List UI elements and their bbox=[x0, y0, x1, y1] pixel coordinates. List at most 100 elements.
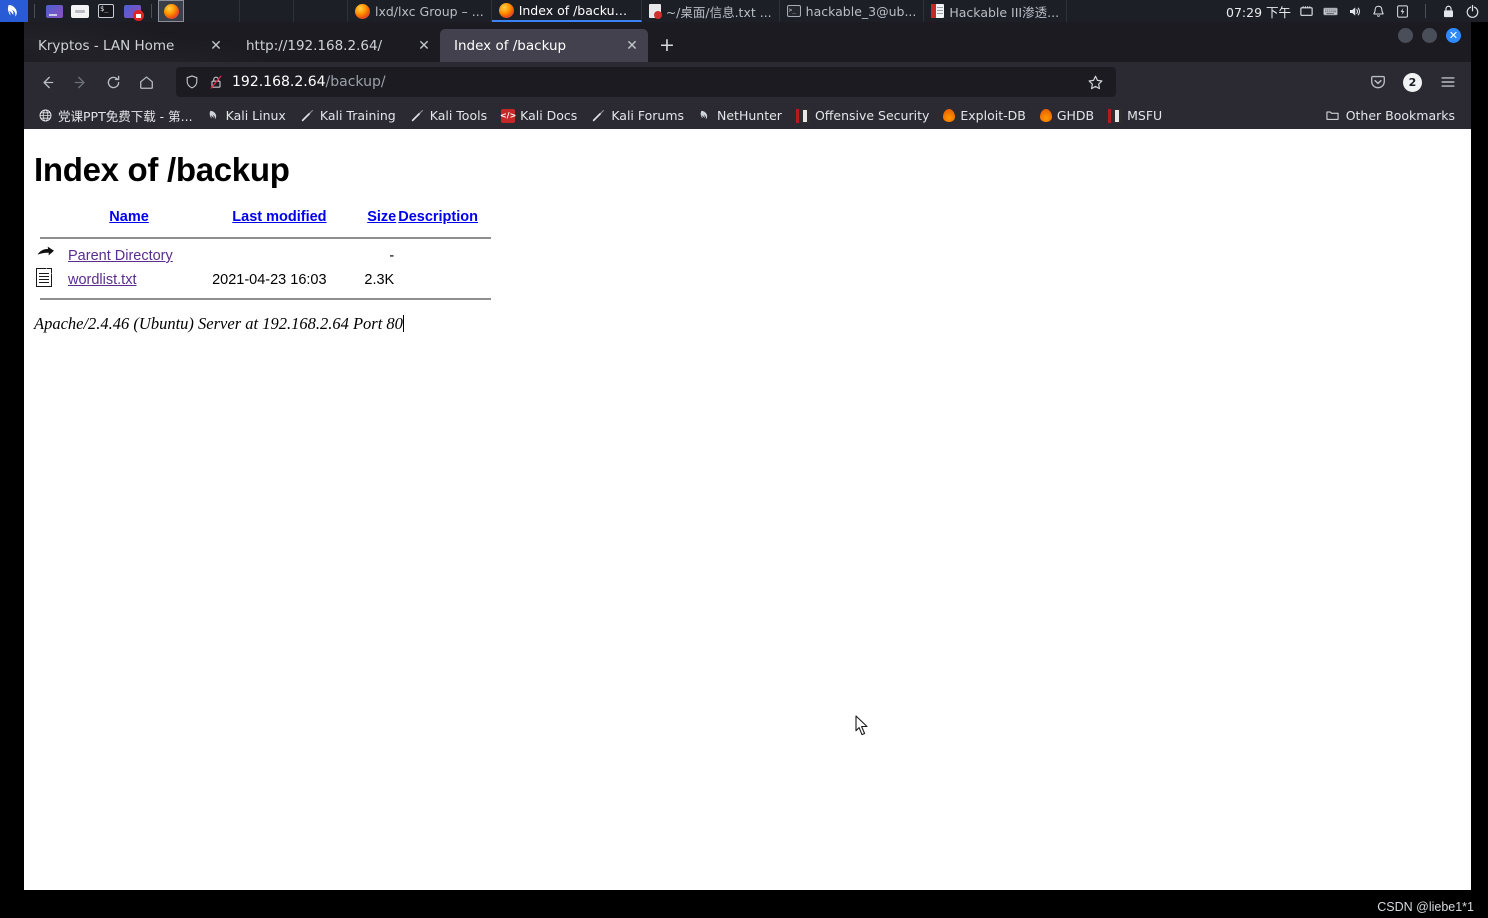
toolbar-right-actions: 2 bbox=[1362, 67, 1463, 98]
recorder-icon bbox=[123, 4, 144, 21]
wordlist-txt-link[interactable]: wordlist.txt bbox=[68, 272, 137, 288]
keyboard-icon[interactable] bbox=[1323, 4, 1338, 19]
lock-crossed-icon[interactable] bbox=[208, 74, 224, 90]
page-title: Index of /backup bbox=[34, 151, 290, 188]
shield-icon[interactable] bbox=[184, 74, 200, 90]
tab-strip: Kryptos - LAN Home ✕ http://192.168.2.64… bbox=[24, 22, 1471, 62]
bookmark-kali-tools[interactable]: Kali Tools bbox=[404, 105, 493, 126]
bookmark-star-button[interactable] bbox=[1082, 69, 1108, 95]
bookmark-kali-training[interactable]: Kali Training bbox=[294, 105, 402, 126]
window-controls: ✕ bbox=[1398, 28, 1461, 43]
address-bar[interactable]: 192.168.2.64/backup/ bbox=[176, 67, 1116, 97]
desktop-bottom-area bbox=[0, 890, 1488, 918]
taskbar-window-empty-1[interactable] bbox=[186, 0, 240, 22]
server-signature: Apache/2.4.46 (Ubuntu) Server at 192.168… bbox=[34, 314, 1461, 334]
taskbar-window-empty-2[interactable] bbox=[240, 0, 294, 22]
close-icon[interactable]: ✕ bbox=[622, 36, 642, 56]
launcher-text-editor[interactable] bbox=[67, 0, 93, 22]
logout-icon[interactable] bbox=[1465, 4, 1480, 19]
bookmark-msfu[interactable]: MSFU bbox=[1102, 105, 1168, 126]
tab-kryptos-lan-home[interactable]: Kryptos - LAN Home ✕ bbox=[24, 29, 232, 62]
forward-button[interactable] bbox=[65, 67, 96, 98]
other-bookmarks-label: Other Bookmarks bbox=[1345, 108, 1455, 123]
table-row: Parent Directory - bbox=[34, 245, 497, 267]
close-icon[interactable]: ✕ bbox=[206, 36, 226, 56]
mouse-cursor bbox=[855, 715, 869, 736]
column-header-last-modified[interactable]: Last modified bbox=[196, 209, 353, 231]
kali-tool-icon bbox=[411, 109, 423, 122]
kali-tool-icon bbox=[593, 109, 605, 122]
app-menu-button[interactable] bbox=[1432, 67, 1463, 98]
account-button[interactable]: 2 bbox=[1397, 67, 1428, 98]
tab-http-192-168-2-64[interactable]: http://192.168.2.64/ ✕ bbox=[232, 29, 440, 62]
other-bookmarks-button[interactable]: Other Bookmarks bbox=[1317, 105, 1463, 126]
parent-directory-icon bbox=[36, 246, 56, 262]
close-icon[interactable]: ✕ bbox=[414, 36, 434, 56]
taskbar-window-index-of-backup[interactable]: Index of /backup... bbox=[491, 0, 642, 22]
globe-icon bbox=[39, 109, 52, 122]
column-header-description-link[interactable]: Description bbox=[398, 209, 478, 225]
taskbar-window-terminal-hackable3[interactable]: >_ hackable_3@ub... bbox=[780, 0, 925, 22]
new-tab-button[interactable]: + bbox=[652, 30, 682, 60]
bookmark-dangke-ppt[interactable]: 党课PPT免费下载 - 第... bbox=[32, 103, 199, 128]
parent-directory-link[interactable]: Parent Directory bbox=[68, 248, 173, 264]
bookmark-nethunter[interactable]: NetHunter bbox=[692, 105, 788, 126]
maximize-button[interactable] bbox=[1422, 28, 1437, 43]
column-header-name-link[interactable]: Name bbox=[109, 209, 149, 225]
volume-icon[interactable] bbox=[1347, 4, 1362, 19]
taskbar-window-empty-3[interactable] bbox=[294, 0, 348, 22]
back-button[interactable] bbox=[32, 67, 63, 98]
column-header-name[interactable]: Name bbox=[62, 209, 196, 231]
pocket-button[interactable] bbox=[1362, 67, 1393, 98]
minimize-button[interactable] bbox=[1398, 28, 1413, 43]
bookmark-exploit-db[interactable]: Exploit-DB bbox=[937, 105, 1031, 126]
launcher-firefox[interactable] bbox=[158, 0, 184, 22]
launcher-file-manager[interactable] bbox=[41, 0, 67, 22]
applications-menu-button[interactable] bbox=[0, 0, 28, 22]
taskbar-separator bbox=[34, 4, 35, 18]
row-name-cell[interactable]: wordlist.txt bbox=[62, 267, 196, 292]
files-icon bbox=[45, 4, 63, 18]
column-header-description[interactable]: Description bbox=[396, 209, 497, 231]
power-icon[interactable] bbox=[1395, 4, 1410, 19]
row-icon-cell bbox=[34, 245, 62, 267]
home-button[interactable] bbox=[131, 67, 162, 98]
launcher-terminal[interactable]: $_ bbox=[93, 0, 119, 22]
row-size-cell: - bbox=[389, 248, 395, 264]
taskbar-window-hackable-doc[interactable]: Hackable III渗透... bbox=[924, 0, 1068, 22]
bookmark-ghdb[interactable]: GHDB bbox=[1034, 105, 1100, 126]
lock-icon[interactable] bbox=[1441, 4, 1456, 19]
network-icon[interactable] bbox=[1299, 4, 1314, 19]
taskbar-window-lxd[interactable]: lxd/lxc Group – ... bbox=[348, 0, 492, 22]
row-name-cell[interactable]: Parent Directory bbox=[62, 245, 196, 267]
bookmark-offensive-security[interactable]: Offensive Security bbox=[790, 105, 935, 126]
tab-index-of-backup[interactable]: Index of /backup ✕ bbox=[440, 29, 648, 62]
reload-button[interactable] bbox=[98, 67, 129, 98]
bookmark-label: Kali Linux bbox=[225, 108, 286, 123]
system-taskbar: $_ lxd/lxc Group – ... Index of /backup.… bbox=[0, 0, 1488, 22]
bookmark-kali-docs[interactable]: </> Kali Docs bbox=[495, 105, 583, 126]
column-header-size[interactable]: Size bbox=[353, 209, 396, 231]
column-header-size-link[interactable]: Size bbox=[367, 209, 396, 225]
taskbar-window-label: ~/桌面/信息.txt ... bbox=[665, 4, 772, 20]
system-tray bbox=[1299, 4, 1488, 19]
bookmark-kali-linux[interactable]: Kali Linux bbox=[201, 105, 292, 126]
navigation-toolbar: 192.168.2.64/backup/ 2 bbox=[24, 62, 1471, 102]
bookmark-label: Kali Forums bbox=[611, 108, 685, 123]
launcher-screen-recorder[interactable] bbox=[119, 0, 145, 22]
text-caret bbox=[402, 315, 404, 332]
row-description-cell bbox=[396, 267, 497, 292]
table-bottom-rule bbox=[34, 292, 497, 306]
column-header-last-modified-link[interactable]: Last modified bbox=[232, 209, 326, 225]
notifications-bell-icon[interactable] bbox=[1371, 4, 1386, 19]
account-badge: 2 bbox=[1403, 72, 1422, 92]
bookmark-label: Kali Training bbox=[319, 108, 396, 123]
table-row: wordlist.txt 2021-04-23 16:03 2.3K bbox=[34, 267, 497, 292]
taskbar-window-xinxi-txt[interactable]: ~/桌面/信息.txt ... bbox=[642, 0, 780, 22]
clock[interactable]: 07:29 下午 bbox=[1218, 2, 1299, 21]
bookmark-star-icon bbox=[1088, 75, 1102, 89]
row-description-cell bbox=[396, 245, 497, 267]
bookmark-kali-forums[interactable]: Kali Forums bbox=[585, 105, 690, 126]
close-window-button[interactable]: ✕ bbox=[1446, 28, 1461, 43]
firefox-icon bbox=[498, 2, 514, 18]
